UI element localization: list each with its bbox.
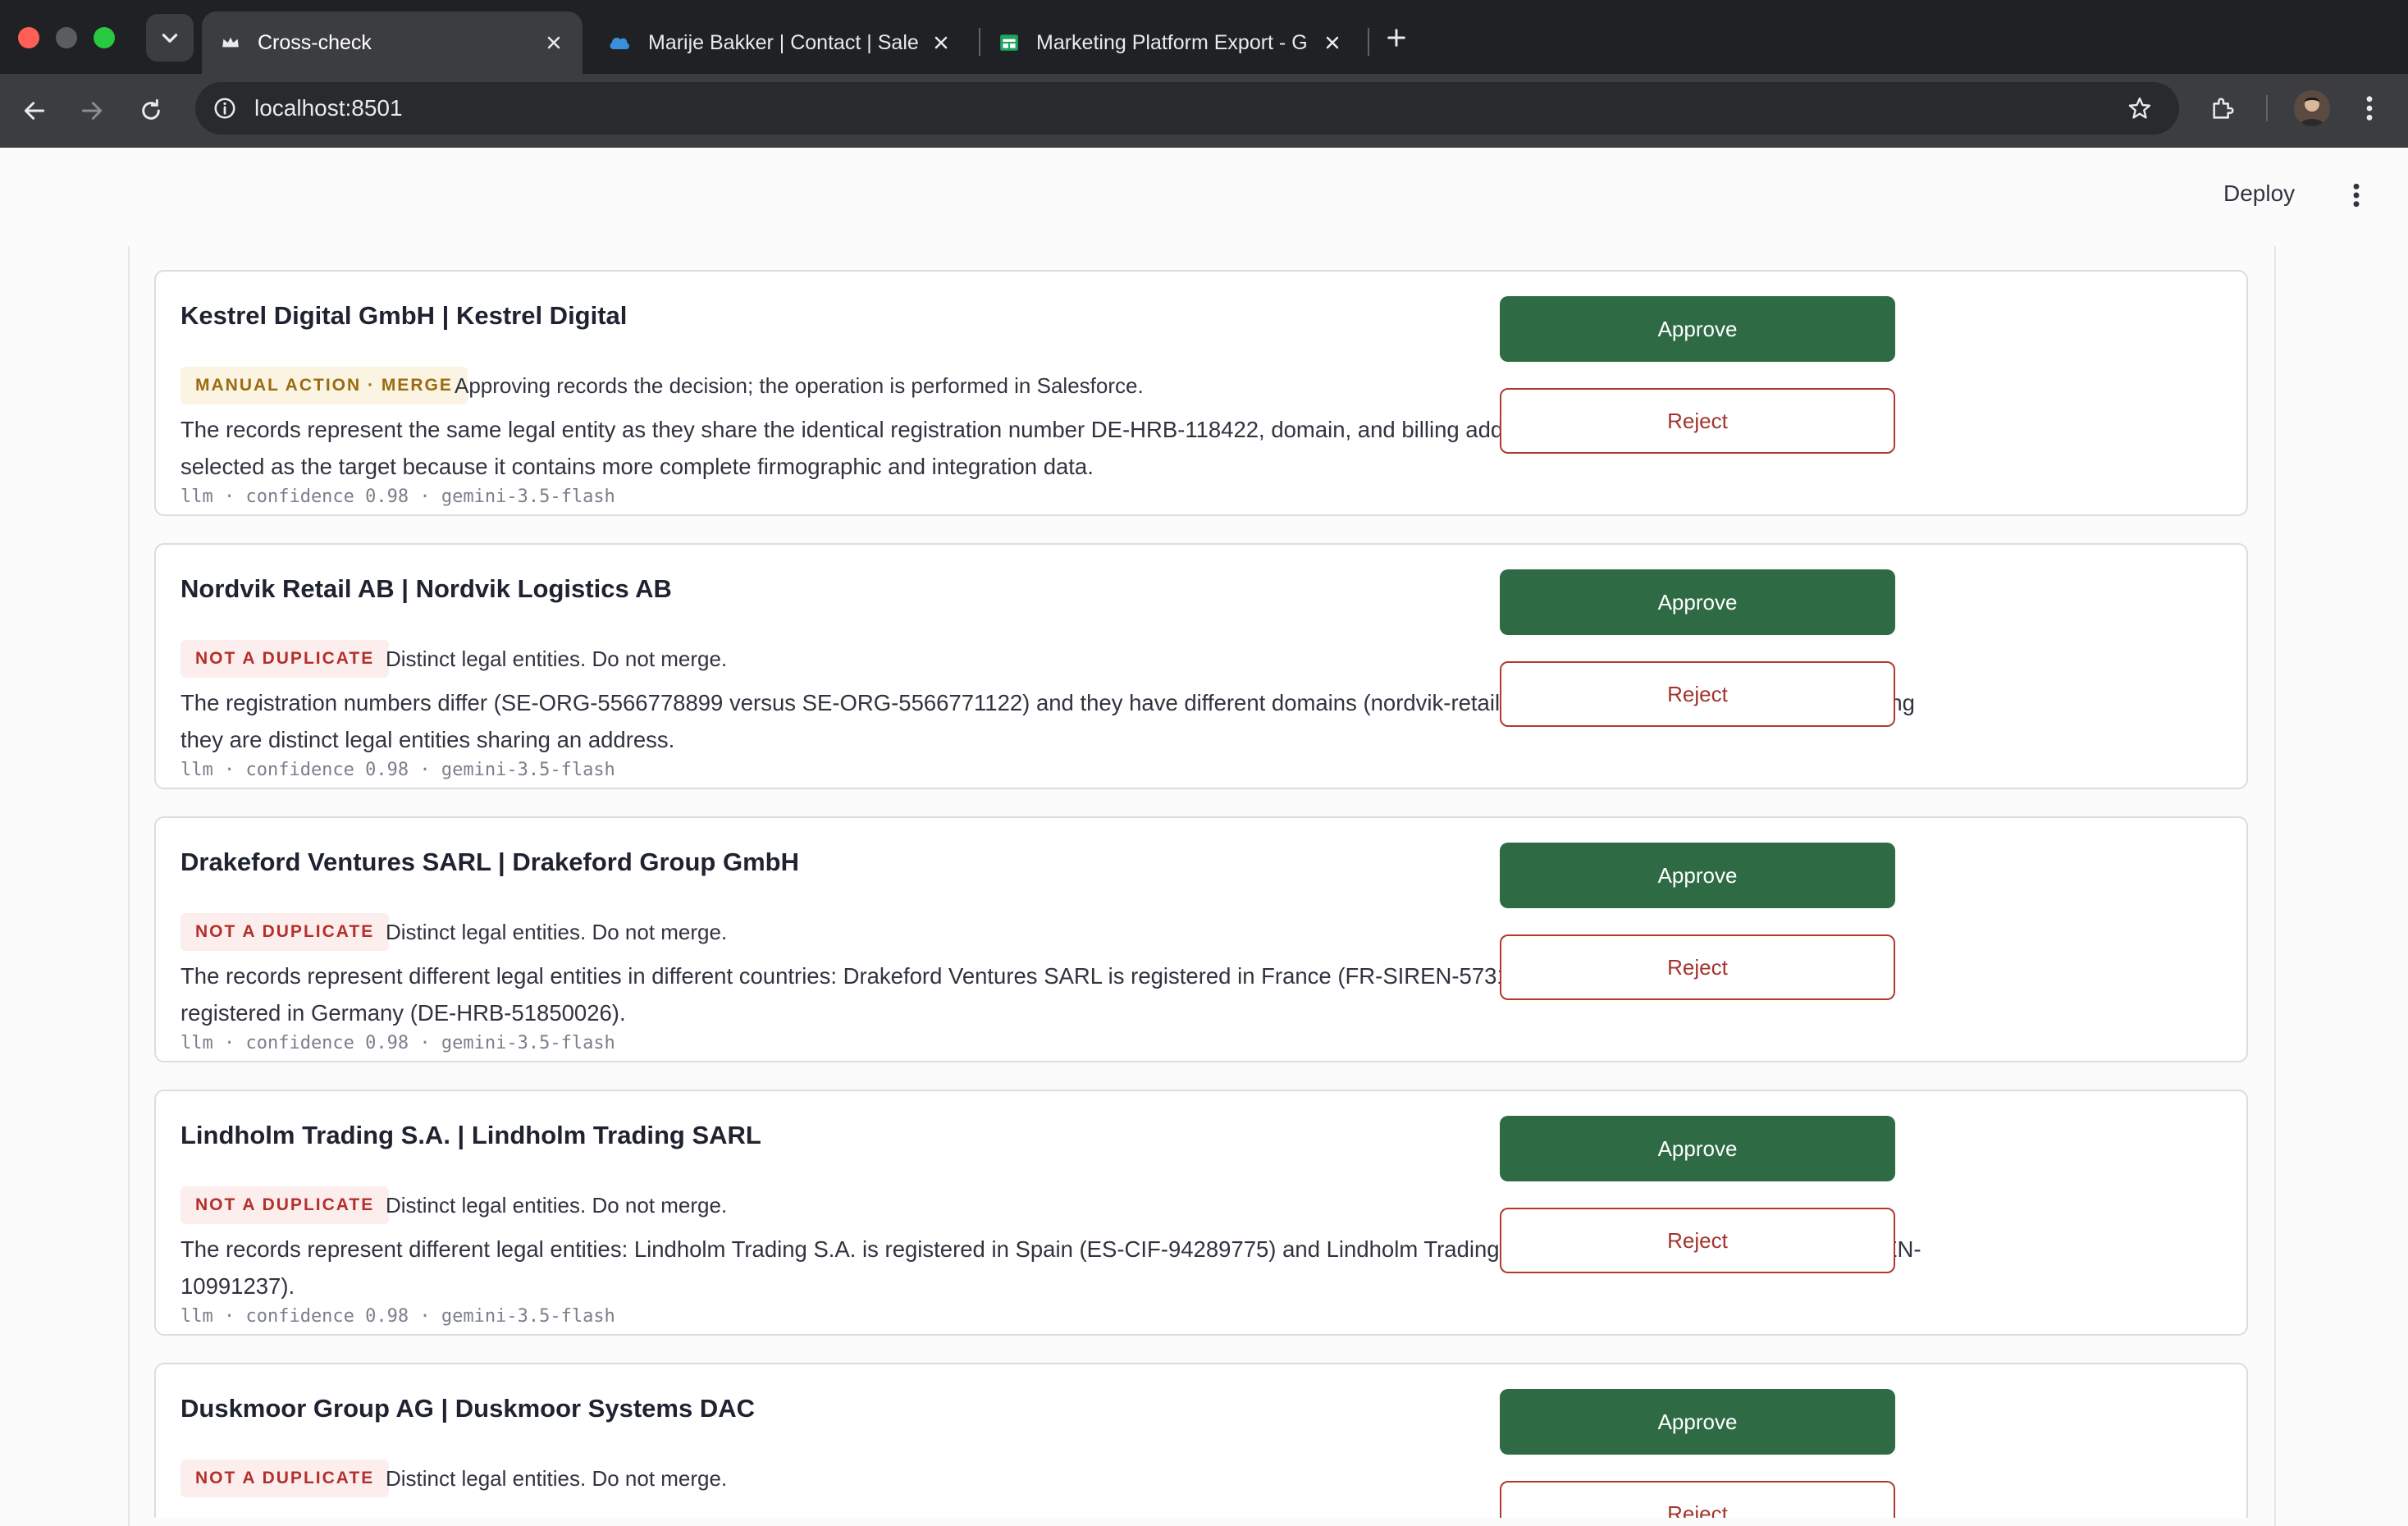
info-icon[interactable] <box>208 92 241 125</box>
decision-card: Kestrel Digital GmbH | Kestrel Digital M… <box>154 270 2248 516</box>
arrow-right-icon <box>79 98 105 124</box>
tab-title: Marije Bakker | Contact | Sale <box>648 30 919 54</box>
star-icon[interactable] <box>2123 92 2156 125</box>
close-icon[interactable] <box>929 30 953 55</box>
tab-marketing-export[interactable]: Marketing Platform Export - G <box>980 11 1361 74</box>
status-badge: NOT A DUPLICATE <box>180 1460 390 1497</box>
decision-card: Duskmoor Group AG | Duskmoor Systems DAC… <box>154 1363 2248 1518</box>
approve-button[interactable]: Approve <box>1500 1389 1895 1455</box>
app-menu-icon[interactable] <box>2340 177 2373 213</box>
card-title: Nordvik Retail AB | Nordvik Logistics AB <box>180 574 672 603</box>
browser-menu-icon[interactable] <box>2353 92 2386 125</box>
approve-button[interactable]: Approve <box>1500 569 1895 635</box>
decision-card: Nordvik Retail AB | Nordvik Logistics AB… <box>154 543 2248 789</box>
window-close-button[interactable] <box>18 27 39 48</box>
card-title: Kestrel Digital GmbH | Kestrel Digital <box>180 301 628 330</box>
address-bar[interactable]: localhost:8501 <box>195 82 2179 135</box>
deploy-button[interactable]: Deploy <box>2223 180 2295 207</box>
reject-button[interactable]: Reject <box>1500 661 1895 727</box>
reject-button[interactable]: Reject <box>1500 388 1895 454</box>
tab-title: Cross-check <box>258 30 372 54</box>
card-note: Approving records the decision; the oper… <box>455 373 1144 398</box>
card-note: Distinct legal entities. Do not merge. <box>386 1193 728 1218</box>
card-title: Duskmoor Group AG | Duskmoor Systems DAC <box>180 1394 755 1423</box>
sheets-icon <box>998 32 1020 53</box>
card-title: Drakeford Ventures SARL | Drakeford Grou… <box>180 848 799 876</box>
reject-button[interactable]: Reject <box>1500 934 1895 1000</box>
decision-card: Drakeford Ventures SARL | Drakeford Grou… <box>154 816 2248 1062</box>
reload-icon <box>138 98 164 124</box>
tab-separator <box>1368 28 1369 56</box>
card-meta: llm · confidence 0.98 · gemini-3.5-flash <box>180 1306 615 1327</box>
status-badge: NOT A DUPLICATE <box>180 913 390 951</box>
status-badge: NOT A DUPLICATE <box>180 640 390 678</box>
decision-card: Lindholm Trading S.A. | Lindholm Trading… <box>154 1090 2248 1336</box>
extensions-icon[interactable] <box>2207 92 2240 125</box>
forward-button[interactable] <box>75 94 108 127</box>
tab-cross-check[interactable]: Cross-check <box>202 11 583 74</box>
tab-title: Marketing Platform Export - G <box>1036 30 1308 54</box>
tab-marije-bakker[interactable]: Marije Bakker | Contact | Sale <box>589 11 970 74</box>
card-note: Distinct legal entities. Do not merge. <box>386 920 728 944</box>
approve-button[interactable]: Approve <box>1500 843 1895 908</box>
back-button[interactable] <box>18 94 51 127</box>
reject-button[interactable]: Reject <box>1500 1481 1895 1518</box>
card-title: Lindholm Trading S.A. | Lindholm Trading… <box>180 1121 761 1149</box>
approve-button[interactable]: Approve <box>1500 1116 1895 1181</box>
avatar[interactable] <box>2294 90 2330 126</box>
cloud-icon <box>607 33 632 53</box>
plus-icon <box>1385 26 1408 49</box>
status-badge: MANUAL ACTION · MERGE <box>180 367 468 404</box>
window-minimize-button[interactable] <box>56 27 77 48</box>
address-url[interactable]: localhost:8501 <box>254 82 403 135</box>
status-badge: NOT A DUPLICATE <box>180 1186 390 1224</box>
close-icon[interactable] <box>1320 30 1345 55</box>
card-note: Distinct legal entities. Do not merge. <box>386 646 728 671</box>
card-note: Distinct legal entities. Do not merge. <box>386 1466 728 1491</box>
reload-button[interactable] <box>135 94 167 127</box>
chevron-down-icon <box>159 27 180 48</box>
card-meta: llm · confidence 0.98 · gemini-3.5-flash <box>180 760 615 780</box>
card-meta: llm · confidence 0.98 · gemini-3.5-flash <box>180 1033 615 1053</box>
close-icon[interactable] <box>541 30 566 55</box>
card-meta: llm · confidence 0.98 · gemini-3.5-flash <box>180 487 615 507</box>
crown-icon <box>220 32 241 53</box>
arrow-left-icon <box>21 98 48 124</box>
new-tab-button[interactable] <box>1380 21 1413 54</box>
app-header: Deploy <box>0 148 2408 246</box>
tab-strip: Cross-check Marije Bakker | Contact | Sa… <box>0 0 2408 74</box>
tab-search-button[interactable] <box>146 14 194 62</box>
window-maximize-button[interactable] <box>94 27 115 48</box>
reject-button[interactable]: Reject <box>1500 1208 1895 1273</box>
toolbar-divider <box>2266 95 2268 121</box>
approve-button[interactable]: Approve <box>1500 296 1895 362</box>
